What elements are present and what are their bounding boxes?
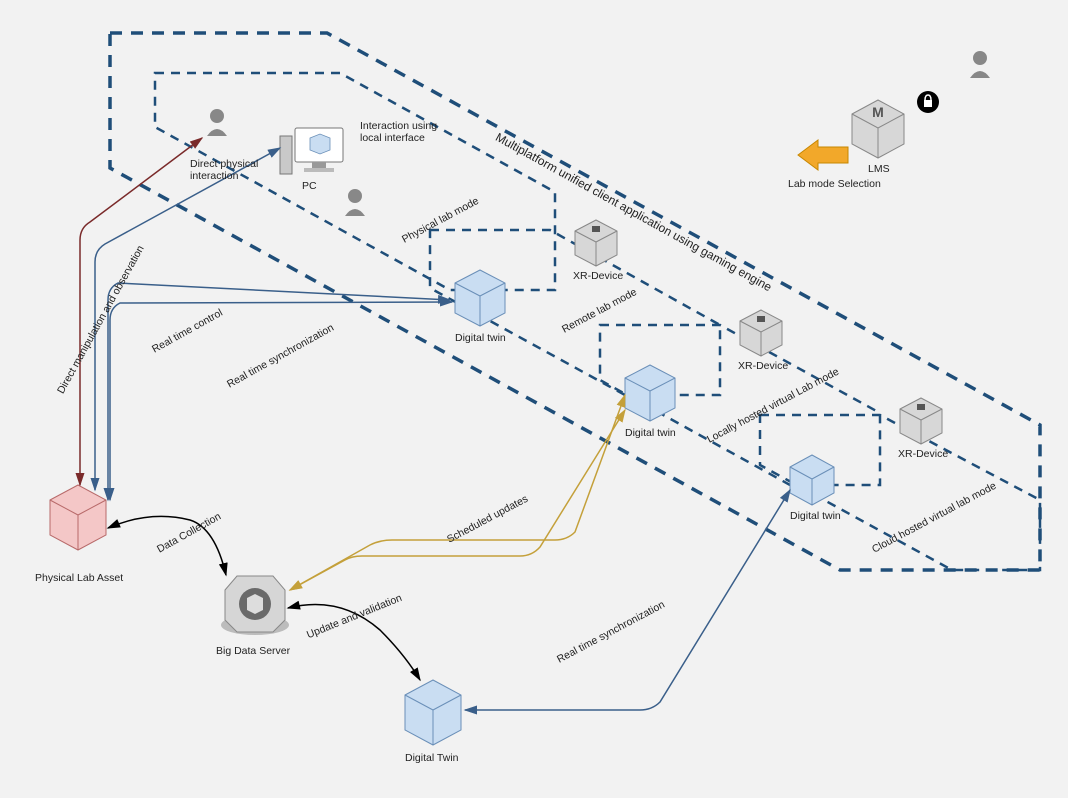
user-icon-2 [345,189,365,216]
lab-mode-arrow [798,140,848,170]
interaction-local-label: Interaction using local interface [360,120,460,144]
digital-twin-2-label: Digital twin [625,427,676,439]
edge-real-time-sync-2 [465,490,790,710]
xr-device-1-label: XR-Device [573,270,623,282]
physical-lab-asset-cube [50,485,106,550]
digital-twin-2-cube [625,365,675,421]
lab-mode-selection-label: Lab mode Selection [788,178,881,190]
big-data-server-icon [221,576,289,635]
edge-scheduled-updates [290,395,625,590]
xr-device-1-cube [575,220,617,266]
user-icon-3 [970,51,990,78]
digital-twin-3-cube [790,455,834,505]
physical-lab-asset-label: Physical Lab Asset [35,572,123,584]
digital-twin-1-label: Digital twin [455,332,506,344]
pc-icon [280,128,343,174]
digital-twin-bottom-cube [405,680,461,745]
digital-twin-1-cube [455,270,505,326]
lms-label: LMS [868,163,890,175]
xr-device-3-label: XR-Device [898,448,948,460]
big-data-server-label: Big Data Server [216,645,290,657]
edge-real-time-control [95,148,280,490]
xr-device-2-label: XR-Device [738,360,788,372]
lock-icon [917,91,939,113]
xr-device-2-cube [740,310,782,356]
pc-label: PC [302,180,317,192]
digital-twin-3-label: Digital twin [790,510,841,522]
direct-physical-label: Direct physical interaction [190,158,280,182]
digital-twin-bottom-label: Digital Twin [405,752,459,764]
svg-text:M: M [872,104,884,120]
xr-device-3-cube [900,398,942,444]
user-icon-1 [207,109,227,136]
edge-real-time-sync-1 [108,283,450,500]
lms-cube: M [852,100,904,158]
